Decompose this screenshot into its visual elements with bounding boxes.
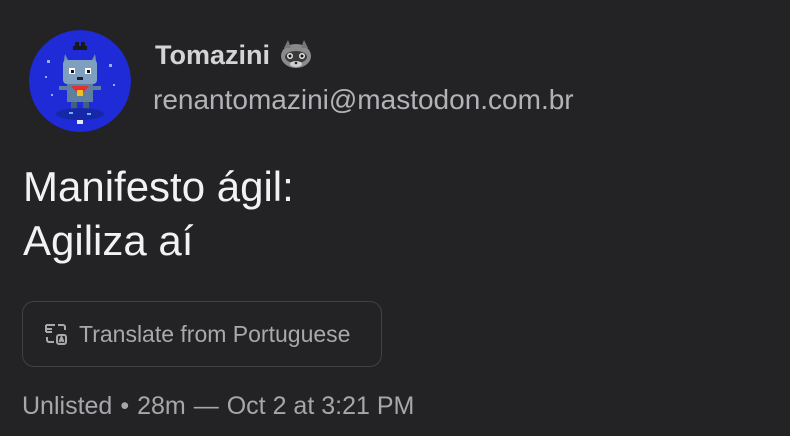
author-name-text: Tomazini	[155, 39, 271, 70]
meta-dash: —	[193, 392, 219, 420]
author-handle[interactable]: renantomazini@mastodon.com.br	[153, 84, 574, 116]
post-content: Manifesto ágil: Agiliza aí	[23, 160, 294, 268]
post-content-line-1: Manifesto ágil:	[23, 163, 294, 210]
visibility-label[interactable]: Unlisted	[22, 392, 112, 421]
author-display-name[interactable]: Tomazini	[155, 38, 314, 72]
translate-icon	[43, 321, 69, 347]
absolute-time[interactable]: Oct 2 at 3:21 PM	[227, 392, 415, 421]
avatar[interactable]	[29, 30, 131, 132]
meta-separator: •	[120, 392, 130, 420]
post-meta: Unlisted • 28m — Oct 2 at 3:21 PM	[22, 392, 414, 421]
relative-time[interactable]: 28m	[137, 392, 186, 421]
status-post: Tomazini renantomazini@mastodon.com.br M…	[0, 0, 790, 436]
translate-button[interactable]: Translate from Portuguese	[22, 301, 382, 367]
raccoon-emoji-icon	[278, 38, 314, 72]
translate-label: Translate from Portuguese	[79, 320, 351, 347]
post-content-line-2: Agiliza aí	[23, 217, 194, 264]
avatar-image	[29, 30, 131, 132]
